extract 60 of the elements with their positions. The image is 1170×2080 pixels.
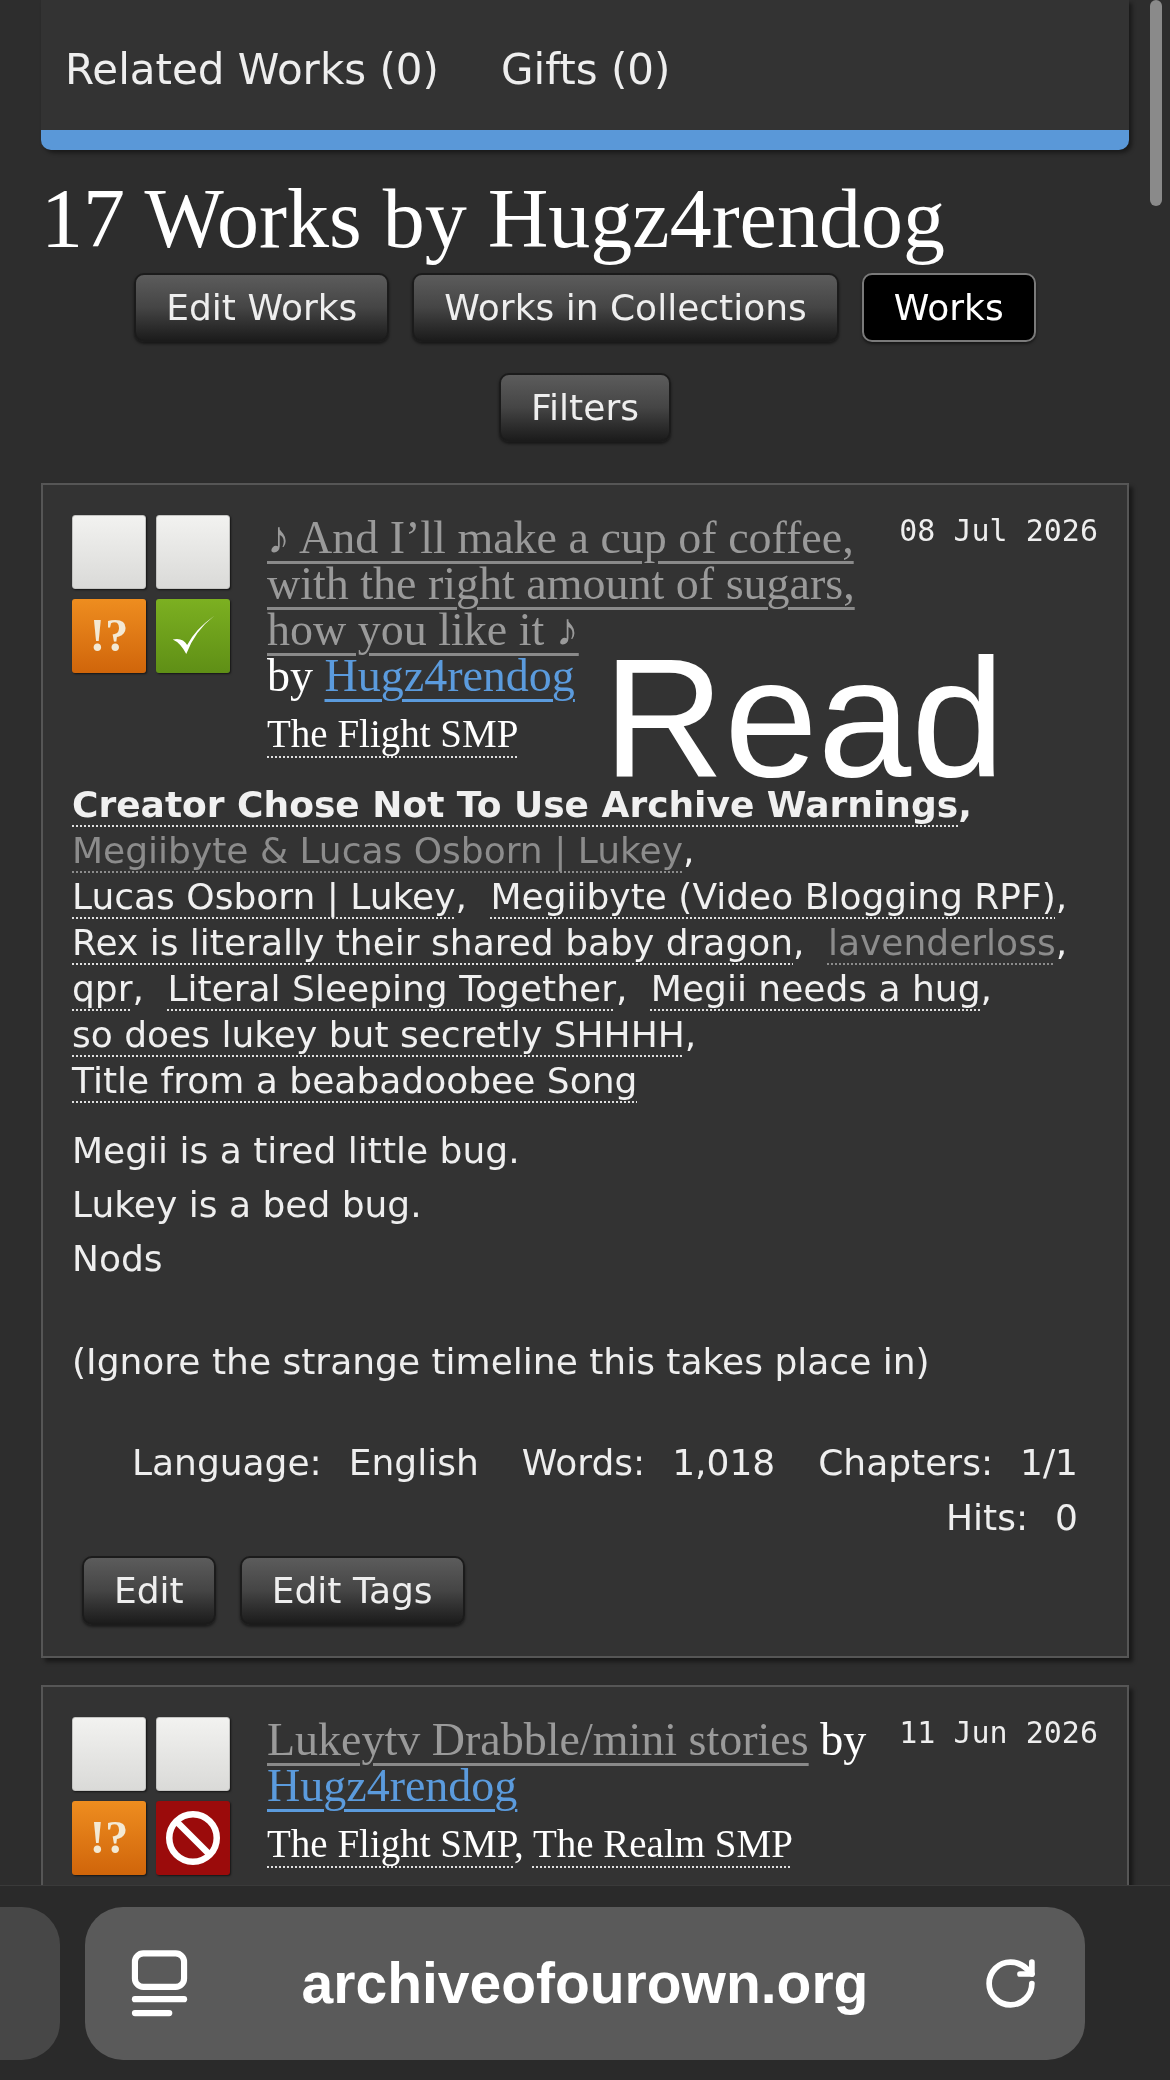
works-action-button[interactable]: Edit Works xyxy=(134,273,390,342)
tag-link[interactable]: qpr xyxy=(72,968,133,1009)
tag-link[interactable]: so does lukey but secretly SHHHH xyxy=(72,1014,685,1055)
tag-link[interactable]: Title from a beabadoobee Song xyxy=(72,1060,638,1101)
warning-icon: !? xyxy=(72,1801,146,1875)
fandom-link[interactable]: The Flight SMP xyxy=(267,712,519,755)
nav-link[interactable]: Gifts (0) xyxy=(500,49,671,91)
summary-text: Megii is a tired little bug. Lukey is a bed bug. Nods xyxy=(72,1129,521,1281)
stat-label: Language: xyxy=(131,1441,322,1485)
blank-square-icon xyxy=(156,1717,230,1791)
warning-icon: !? xyxy=(72,599,146,673)
blank-square-icon xyxy=(72,515,146,589)
tag-link[interactable]: Literal Sleeping Together xyxy=(167,968,616,1009)
no-entry-icon xyxy=(156,1801,230,1875)
check-icon xyxy=(156,599,230,673)
date-text: 11 Jun 2026 xyxy=(899,1717,1098,1749)
comma: , xyxy=(455,876,467,917)
tag-link[interactable]: Megii needs a hug xyxy=(650,968,981,1009)
comma: , xyxy=(682,830,695,871)
work-title-link[interactable]: ♪ And I’ll make a cup of coffee, with the right amount of sugars, how you like it ♪ xyxy=(267,515,889,653)
nav-link[interactable]: Related Works (0) xyxy=(65,49,439,91)
stat-label: Hits: xyxy=(946,1496,1029,1540)
page-menu-icon[interactable] xyxy=(131,1950,188,2017)
comma: , xyxy=(132,968,144,1009)
stat-value: English xyxy=(348,1441,479,1485)
stat-label: Chapters: xyxy=(818,1441,994,1485)
address-bar[interactable]: archiveofourown.org xyxy=(85,1907,1085,2060)
comma: , xyxy=(980,968,992,1009)
stat-value: 0 xyxy=(1055,1496,1078,1540)
stat-value: 1,018 xyxy=(672,1441,776,1485)
blank-square-icon xyxy=(156,515,230,589)
comma: , xyxy=(1055,922,1068,963)
comma: , xyxy=(958,784,972,825)
filters-button[interactable]: Filters xyxy=(499,373,671,442)
stat-label: Words: xyxy=(521,1441,646,1485)
comma: , xyxy=(684,1014,697,1055)
date-text: 08 Jul 2026 xyxy=(899,515,1098,547)
tag-link[interactable]: lavenderloss xyxy=(828,922,1056,963)
comma: , xyxy=(793,922,805,963)
fandom-link[interactable]: The Flight SMP xyxy=(267,1822,515,1865)
work-action-button[interactable]: Edit Tags xyxy=(239,1556,465,1625)
tag-link[interactable]: Rex is literally their shared baby dragon xyxy=(72,922,794,963)
works-action-button[interactable]: Works xyxy=(861,273,1036,342)
work-action-button[interactable]: Edit xyxy=(82,1556,216,1625)
comma: , xyxy=(514,1822,524,1865)
read-overlay-text: Read xyxy=(603,653,1005,783)
work-title-link[interactable]: Lukeytv Drabble/mini stories xyxy=(267,1717,809,1763)
comma: , xyxy=(1055,876,1068,917)
fandom-link[interactable]: The Realm SMP xyxy=(532,1822,793,1865)
by-label: by xyxy=(820,1714,867,1765)
works-action-button[interactable]: Works in Collections xyxy=(412,273,839,342)
by-label: by xyxy=(267,650,313,701)
tag-link[interactable]: Megiibyte & Lucas Osborn | Lukey xyxy=(72,830,683,871)
comma: , xyxy=(615,968,628,1009)
tag-link[interactable]: Megiibyte (Video Blogging RPF) xyxy=(490,876,1056,917)
blank-square-icon xyxy=(72,1717,146,1791)
stat-value: 1/1 xyxy=(1020,1441,1078,1485)
summary-text: (Ignore the strange timeline this takes place in) xyxy=(72,1340,931,1384)
tag-link[interactable]: Creator Chose Not To Use Archive Warnings xyxy=(72,784,959,825)
tag-link[interactable]: Lucas Osborn | Lukey xyxy=(72,876,456,917)
